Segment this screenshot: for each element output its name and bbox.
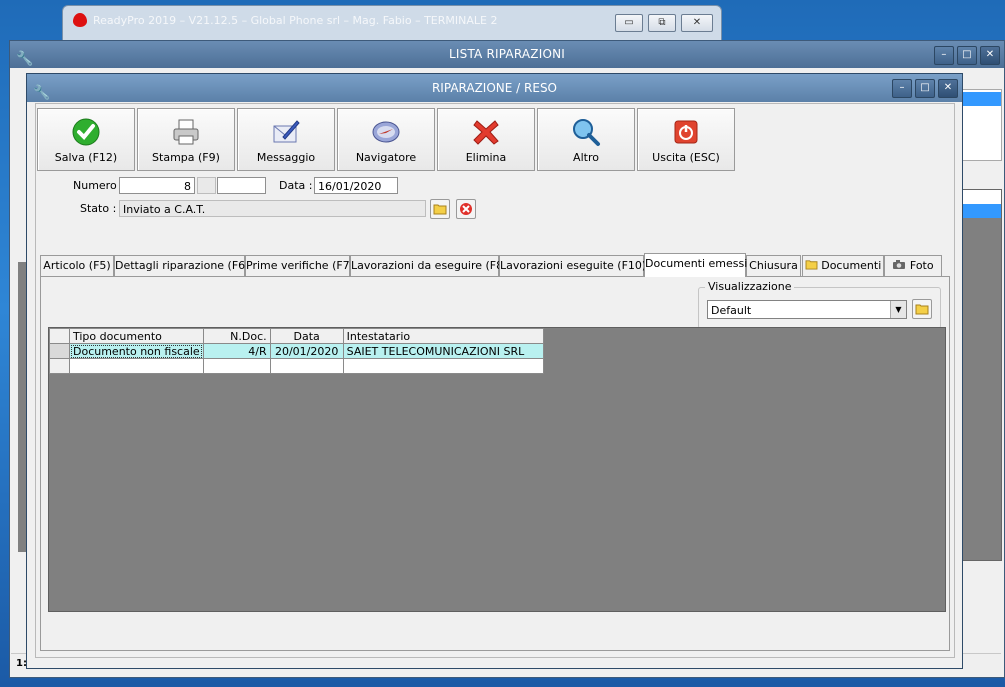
altro-label: Altro (573, 151, 599, 164)
background-window-title: ReadyPro 2019 – V21.12.5 – Global Phone … (93, 14, 498, 27)
numero-extra-field[interactable] (217, 177, 266, 194)
lista-selected-row[interactable] (963, 92, 1001, 106)
row-selector[interactable] (49, 358, 70, 374)
altro-button[interactable]: Altro (537, 108, 635, 171)
navigatore-label: Navigatore (355, 151, 417, 164)
elimina-button[interactable]: Elimina (437, 108, 535, 171)
salva-button[interactable]: Salva (F12) (37, 108, 135, 171)
visualizzazione-folder-button[interactable] (912, 299, 932, 319)
tab-foto-label: Foto (909, 259, 934, 272)
folder-icon (433, 204, 447, 215)
riparazione-title-bar: 🔧 RIPARAZIONE / RESO – □ ✕ (27, 74, 962, 102)
table-row-empty[interactable] (49, 358, 544, 374)
delete-x-icon (473, 120, 499, 145)
uscita-button[interactable]: Uscita (ESC) (637, 108, 735, 171)
restore-button[interactable]: ⧉ (648, 14, 676, 32)
lista-title: LISTA RIPARAZIONI (449, 47, 565, 61)
cell-intestatario[interactable]: SAIET TELECOMUNICAZIONI SRL (342, 343, 544, 359)
tab-lavorazioni-eseguite[interactable]: Lavorazioni eseguite (F10) (499, 255, 646, 276)
lista-grid-area (962, 189, 1002, 561)
empty-cell[interactable] (342, 358, 544, 374)
data-label: Data : (279, 179, 313, 192)
visualizzazione-value: Default (711, 304, 752, 317)
visualizzazione-label: Visualizzazione (705, 280, 795, 293)
tab-documenti-label: Documenti (821, 259, 882, 272)
chevron-down-icon[interactable]: ▼ (890, 301, 906, 318)
salva-label: Salva (F12) (54, 151, 118, 164)
riparazione-maximize-button[interactable]: □ (915, 79, 935, 98)
numero-field[interactable]: 8 (119, 177, 195, 194)
camera-icon (893, 260, 906, 269)
col-data[interactable]: Data (269, 328, 344, 344)
folder-icon (915, 304, 929, 315)
envelope-pen-icon (273, 120, 300, 143)
riparazione-title: RIPARAZIONE / RESO (431, 81, 558, 95)
numero-suffix-button[interactable] (197, 177, 216, 194)
cell-data[interactable]: 20/01/2020 (269, 343, 344, 359)
visualizzazione-select[interactable]: Default ▼ (707, 300, 907, 319)
stato-label: Stato : (80, 202, 117, 215)
riparazione-close-button[interactable]: ✕ (938, 79, 958, 98)
col-ndoc[interactable]: N.Doc. (202, 328, 271, 344)
elimina-label: Elimina (465, 151, 507, 164)
col-intestatario[interactable]: Intestatario (342, 328, 544, 344)
close-button[interactable]: ✕ (681, 14, 713, 32)
tab-documenti-emessi[interactable]: Documenti emessi (644, 253, 747, 277)
numero-label: Numero : (73, 179, 124, 192)
lista-maximize-button[interactable]: □ (957, 46, 977, 65)
stampa-label: Stampa (F9) (152, 151, 220, 164)
app-strawberry-icon (73, 13, 87, 27)
cell-tipo-documento[interactable]: Documento non fiscale (69, 343, 204, 359)
lista-right-panel (962, 89, 1002, 161)
magnifier-icon (573, 119, 600, 146)
stato-clear-button[interactable] (456, 199, 476, 219)
row-selector[interactable] (49, 343, 70, 359)
empty-cell[interactable] (202, 358, 271, 374)
tab-articolo[interactable]: Articolo (F5) (40, 255, 114, 276)
cell-ndoc[interactable]: 4/R (202, 343, 271, 359)
riparazione-minimize-button[interactable]: – (892, 79, 912, 98)
power-icon (674, 120, 698, 144)
stato-folder-button[interactable] (430, 199, 450, 219)
messaggio-button[interactable]: Messaggio (237, 108, 335, 171)
tab-chiusura[interactable]: Chiusura (746, 255, 801, 276)
lista-minimize-button[interactable]: – (934, 46, 954, 65)
printer-icon (173, 119, 199, 145)
messaggio-label: Messaggio (256, 151, 316, 164)
tab-prime-verifiche[interactable]: Prime verifiche (F7) (245, 255, 354, 276)
uscita-label: Uscita (ESC) (652, 151, 720, 164)
row-selector-header (49, 328, 70, 344)
visualizzazione-group: Visualizzazione Default ▼ (698, 280, 941, 329)
navigatore-button[interactable]: Navigatore (337, 108, 435, 171)
riparazione-content: Salva (F12) Stampa (F9) Messaggio Naviga… (35, 103, 955, 658)
empty-cell[interactable] (69, 358, 204, 374)
tab-dettagli-riparazione[interactable]: Dettagli riparazione (F6) (114, 255, 249, 276)
documenti-grid: Tipo documento N.Doc. Data Intestatario … (48, 327, 946, 612)
empty-cell[interactable] (269, 358, 344, 374)
riparazione-reso-window: 🔧 RIPARAZIONE / RESO – □ ✕ Salva (F12) S… (26, 73, 963, 669)
documenti-table: Tipo documento N.Doc. Data Intestatario … (49, 328, 544, 374)
table-row[interactable]: Documento non fiscale 4/R 20/01/2020 SAI… (49, 343, 544, 359)
tab-foto[interactable]: Foto (884, 255, 942, 276)
lista-close-button[interactable]: ✕ (980, 46, 1000, 65)
col-tipo-documento[interactable]: Tipo documento (69, 328, 204, 344)
table-header-row: Tipo documento N.Doc. Data Intestatario (49, 328, 544, 344)
wrench-icon: 🔧 (16, 51, 34, 67)
lista-title-bar: 🔧 LISTA RIPARAZIONI – □ ✕ (10, 41, 1004, 68)
tab-lavorazioni-da-eseguire[interactable]: Lavorazioni da eseguire (F8) (350, 255, 507, 276)
minimize-button[interactable]: ▭ (615, 14, 643, 32)
stampa-button[interactable]: Stampa (F9) (137, 108, 235, 171)
documenti-emessi-panel: Visualizzazione Default ▼ Tipo documento… (40, 276, 950, 651)
folder-icon (805, 260, 818, 270)
compass-icon (372, 121, 400, 143)
data-field[interactable]: 16/01/2020 (314, 177, 398, 194)
tab-documenti[interactable]: Documenti (802, 255, 884, 276)
clear-x-icon (460, 203, 472, 215)
check-icon (72, 118, 100, 146)
stato-field: Inviato a C.A.T. (119, 200, 426, 217)
